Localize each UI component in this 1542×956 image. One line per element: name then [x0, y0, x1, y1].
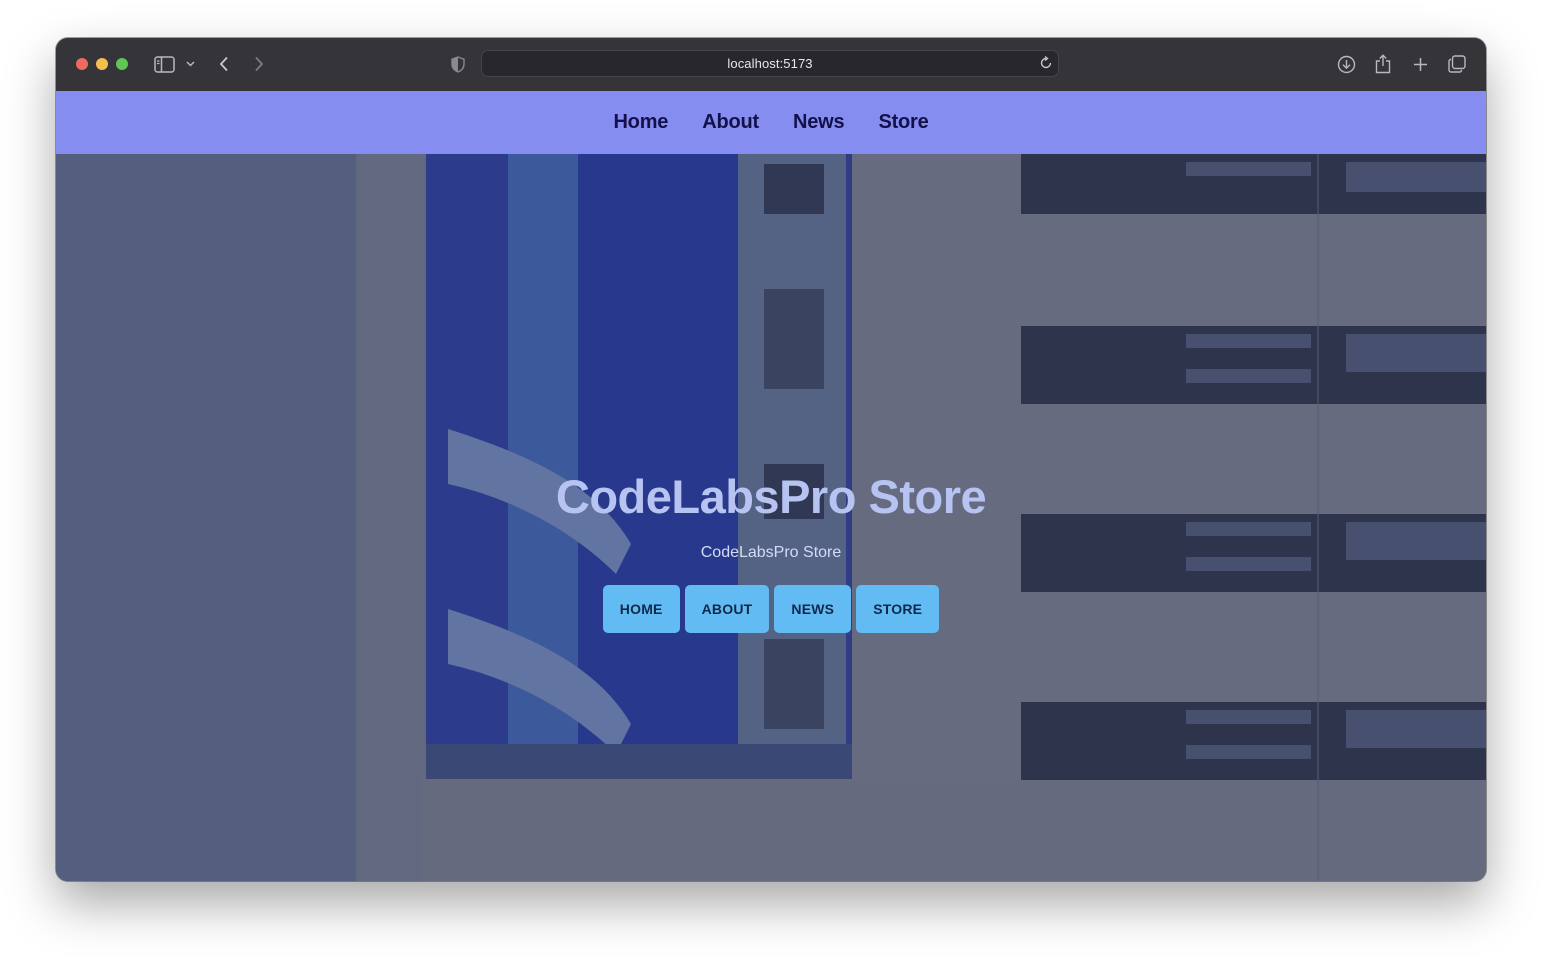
- nav-link-about[interactable]: About: [702, 111, 759, 134]
- reload-icon[interactable]: [1038, 55, 1054, 71]
- nav-link-store[interactable]: Store: [878, 111, 928, 134]
- address-bar[interactable]: localhost:5173: [481, 50, 1059, 77]
- hero-button-group: HOME ABOUT NEWS STORE: [602, 585, 940, 633]
- close-window-button[interactable]: [76, 58, 88, 70]
- shield-icon[interactable]: [449, 52, 467, 76]
- download-icon[interactable]: [1335, 52, 1357, 76]
- hero-home-button[interactable]: HOME: [602, 585, 680, 633]
- address-url: localhost:5173: [727, 56, 813, 71]
- page-viewport: Home About News Store CodeLabsPro Store …: [56, 91, 1486, 881]
- browser-window: localhost:5173 Home About News Store Cod…: [56, 38, 1486, 881]
- hero-subtitle: CodeLabsPro Store: [700, 544, 842, 561]
- top-navbar: Home About News Store: [56, 91, 1486, 154]
- nav-link-news[interactable]: News: [793, 111, 845, 134]
- share-icon[interactable]: [1373, 52, 1393, 76]
- browser-toolbar: localhost:5173: [56, 38, 1486, 91]
- hero-news-button[interactable]: NEWS: [774, 585, 852, 633]
- hero-title: CodeLabsPro Store: [555, 470, 987, 523]
- chevron-down-icon[interactable]: [184, 52, 196, 76]
- nav-link-home[interactable]: Home: [613, 111, 668, 134]
- maximize-window-button[interactable]: [116, 58, 128, 70]
- chevron-left-icon[interactable]: [216, 52, 232, 76]
- hero-section: CodeLabsPro Store CodeLabsPro Store HOME…: [56, 154, 1486, 881]
- chevron-right-icon[interactable]: [251, 52, 267, 76]
- hero-about-button[interactable]: ABOUT: [684, 585, 770, 633]
- hero-store-button[interactable]: STORE: [856, 585, 940, 633]
- hero-content: CodeLabsPro Store CodeLabsPro Store HOME…: [56, 469, 1486, 633]
- minimize-window-button[interactable]: [96, 58, 108, 70]
- tabs-overview-icon[interactable]: [1447, 52, 1467, 76]
- sidebar-icon[interactable]: [152, 52, 176, 76]
- plus-icon[interactable]: [1410, 52, 1430, 76]
